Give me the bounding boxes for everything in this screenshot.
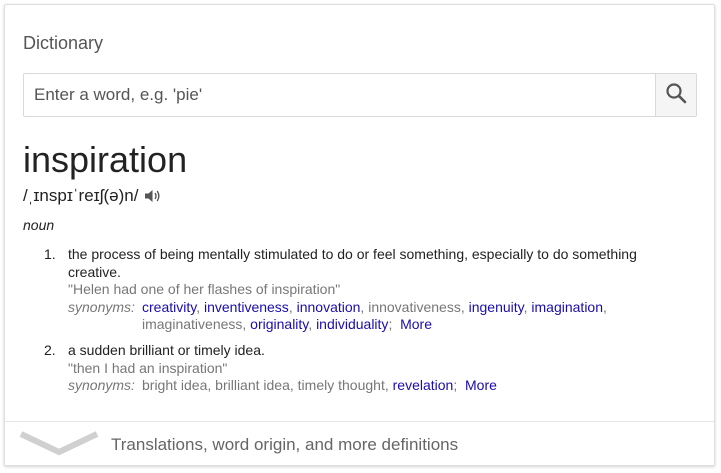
synonyms-row: synonyms: bright idea, brilliant idea, t… xyxy=(68,377,688,395)
phonetic-text: /ˌɪnspɪˈreɪʃ(ə)n/ xyxy=(23,186,139,205)
example: "then I had an inspiration" xyxy=(68,359,228,376)
synonyms-list: creativity, inventiveness, innovation, i… xyxy=(142,298,607,333)
magnifier-icon xyxy=(665,82,687,109)
part-of-speech: noun xyxy=(23,217,55,233)
more-synonyms-link[interactable]: More xyxy=(400,316,432,332)
synonym-link[interactable]: inventiveness xyxy=(204,299,289,315)
more-definitions-text: Translations, word origin, and more defi… xyxy=(111,435,459,454)
synonym-link[interactable]: originality xyxy=(250,316,308,332)
card-title: Dictionary xyxy=(23,33,104,53)
synonyms-label: synonyms: xyxy=(68,377,135,393)
synonym-link[interactable]: revelation xyxy=(393,377,454,393)
more-definitions-footer[interactable]: Translations, word origin, and more defi… xyxy=(5,421,714,465)
synonym-text: brilliant idea xyxy=(215,377,290,393)
synonym-text: timely thought xyxy=(297,377,385,393)
search-button[interactable] xyxy=(655,74,696,116)
synonym-text: innovativeness xyxy=(368,298,461,315)
headword: inspiration xyxy=(23,139,188,180)
synonym-link[interactable]: creativity xyxy=(142,299,196,315)
sense-1: 1. the process of being mentally stimula… xyxy=(44,246,688,334)
chevron-down-icon xyxy=(19,431,99,462)
synonym-link[interactable]: individuality xyxy=(316,316,388,332)
search-input[interactable] xyxy=(24,74,654,116)
example: "Helen had one of her flashes of inspira… xyxy=(68,281,341,297)
more-synonyms-link[interactable]: More xyxy=(465,377,497,393)
synonym-text: imaginativeness xyxy=(142,316,243,332)
definition: a sudden brilliant or timely idea. xyxy=(68,342,265,358)
synonym-link[interactable]: innovation xyxy=(297,299,361,315)
search-box xyxy=(23,73,697,117)
definition: the process of being mentally stimulated… xyxy=(68,246,637,280)
phonetic-row: /ˌɪnspɪˈreɪʃ(ə)n/ xyxy=(23,185,162,207)
synonym-text: bright idea xyxy=(142,377,208,393)
synonym-link[interactable]: ingenuity xyxy=(469,299,524,315)
sense-number: 2. xyxy=(44,342,56,358)
speaker-icon[interactable] xyxy=(144,188,162,204)
synonyms-label: synonyms: xyxy=(68,298,135,315)
synonyms-row: synonyms: creativity, inventiveness, inn… xyxy=(68,299,688,334)
synonym-link[interactable]: imagination xyxy=(531,299,603,315)
synonyms-list: bright idea, brilliant idea, timely thou… xyxy=(142,377,497,393)
sense-number: 1. xyxy=(44,246,56,262)
sense-2: 2. a sudden brilliant or timely idea. "t… xyxy=(44,342,688,395)
dictionary-card: Dictionary inspiration /ˌɪnspɪˈreɪʃ(ə)n/… xyxy=(4,4,715,466)
